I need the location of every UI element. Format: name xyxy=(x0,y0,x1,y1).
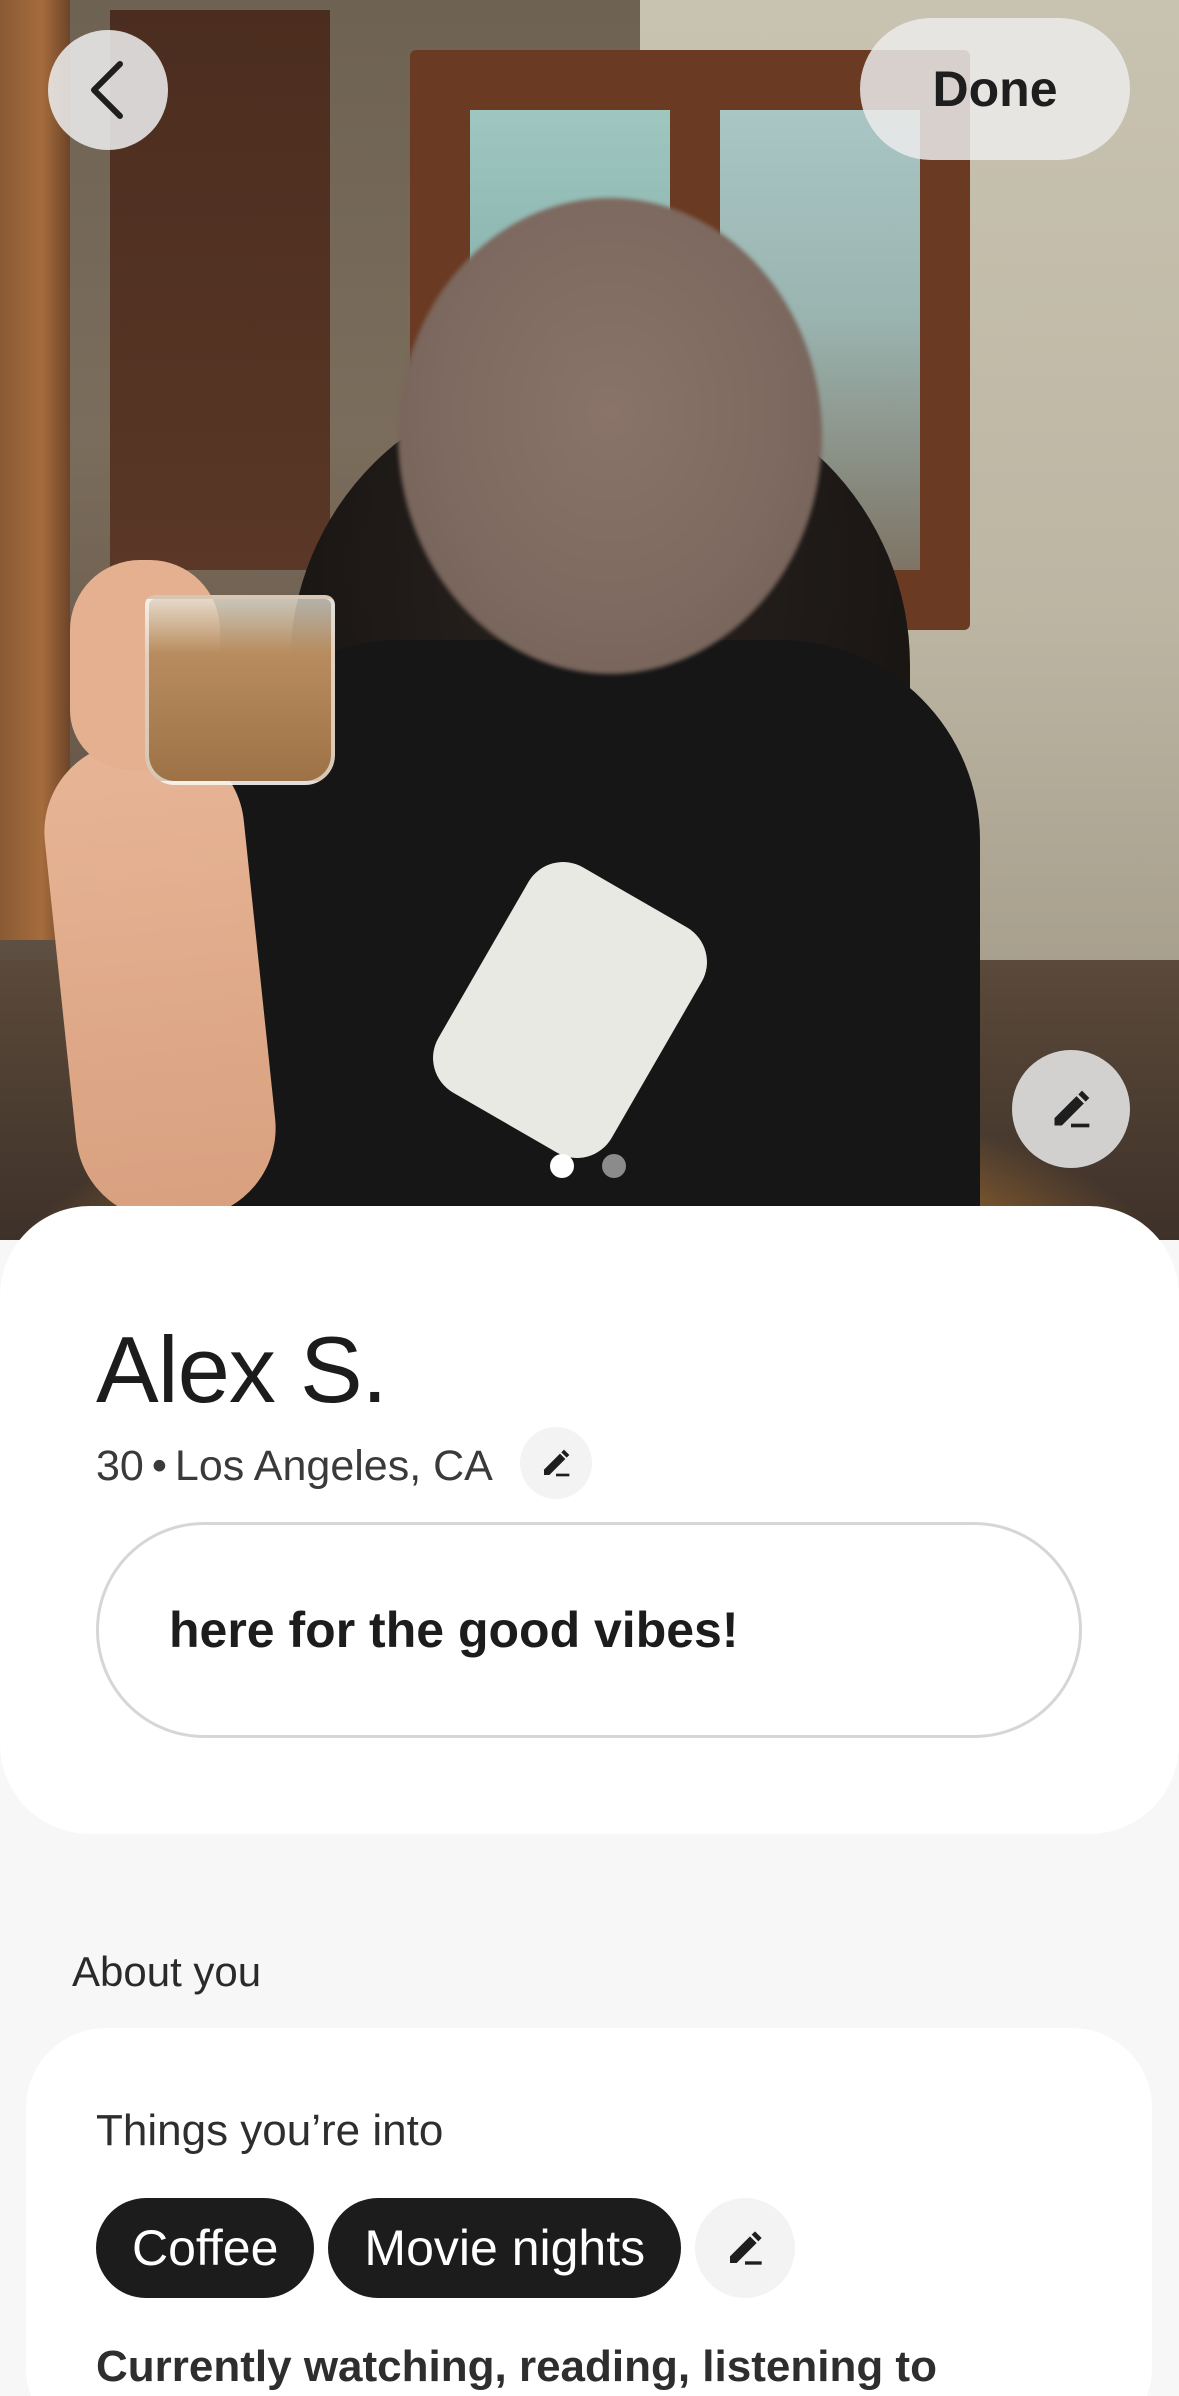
section-heading-about: About you xyxy=(72,1948,262,1995)
currently-label: Currently watching, reading, listening t… xyxy=(96,2342,937,2391)
interests-label: Things you’re into xyxy=(96,2106,444,2155)
profile-photo[interactable] xyxy=(0,0,1179,1240)
edit-basics-button[interactable] xyxy=(520,1427,592,1499)
edit-interests-button[interactable] xyxy=(695,2198,796,2298)
photo-coffee-glass xyxy=(145,595,335,785)
back-button[interactable] xyxy=(48,30,168,150)
chevron-left-icon xyxy=(91,61,123,119)
profile-age: 30 xyxy=(96,1441,144,1490)
done-button[interactable]: Done xyxy=(860,18,1130,160)
interest-chip-coffee[interactable]: Coffee xyxy=(96,2198,315,2298)
pencil-icon xyxy=(544,1449,570,1477)
meta-separator: • xyxy=(151,1441,167,1490)
pencil-icon xyxy=(1054,1090,1090,1128)
pencil-icon xyxy=(730,2231,762,2265)
pager-dot-active[interactable] xyxy=(550,1154,574,1178)
profile-name: Alex S. xyxy=(96,1317,388,1422)
bio-field[interactable]: here for the good vibes! xyxy=(96,1522,1082,1738)
interest-chip-movie-nights[interactable]: Movie nights xyxy=(328,2198,682,2298)
photo-face-blur xyxy=(398,198,822,674)
pager-dot[interactable] xyxy=(602,1154,626,1178)
edit-photo-button[interactable] xyxy=(1012,1050,1130,1168)
profile-location: Los Angeles, CA xyxy=(174,1441,493,1490)
photo-pager xyxy=(550,1154,626,1178)
interest-chips: Coffee Movie nights xyxy=(96,2198,796,2298)
profile-meta: 30 • Los Angeles, CA xyxy=(96,1438,493,1494)
profile-card xyxy=(0,1206,1179,1834)
